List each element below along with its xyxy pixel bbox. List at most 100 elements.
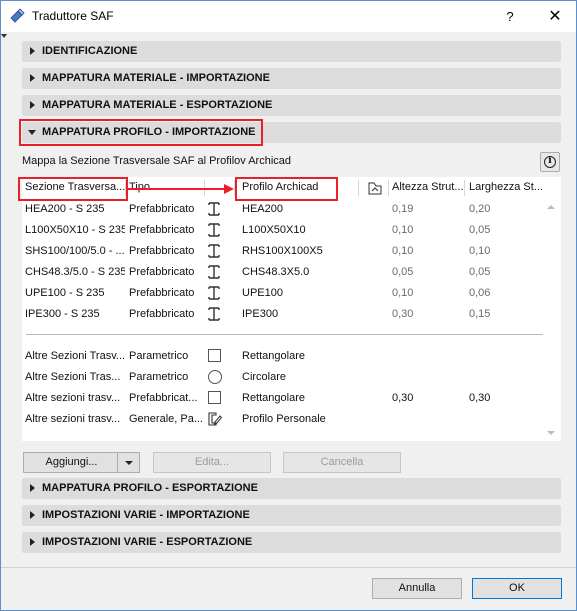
custom-profile-icon [208,412,222,426]
cell-profile: HEA200 [242,203,283,215]
section-material-export[interactable]: MAPPATURA MATERIALE - ESPORTAZIONE [22,95,561,116]
cell-profile: CHS48.3X5.0 [242,266,310,278]
info-icon: i [544,156,556,168]
cell-section: CHS48.3/5.0 - S 235 [25,266,125,278]
cell-width: 0,06 [469,287,491,299]
table-row[interactable]: IPE300 - S 235 Prefabbricato IPE300 0,30… [22,304,542,325]
profile-mapping-table: Sezione Trasversa... Tipo Profilo Archic… [18,177,561,441]
cell-type: Parametrico [129,371,189,383]
info-button[interactable]: i [540,152,560,172]
highlight-section-profile-import [19,119,263,146]
cell-height: 0,05 [392,266,414,278]
title-bar: Traduttore SAF ? ✕ [1,1,576,32]
cell-height: 0,30 [392,308,414,320]
section-label: IMPOSTAZIONI VARIE - ESPORTAZIONE [42,536,253,548]
circle-icon [208,370,222,384]
table-row[interactable]: CHS48.3/5.0 - S 235 Prefabbricato CHS48.… [22,262,542,283]
cell-section: HEA200 - S 235 [25,203,105,215]
i-beam-icon [208,244,220,258]
section-settings-import[interactable]: IMPOSTAZIONI VARIE - IMPORTAZIONE [22,505,561,526]
cell-type: Parametrico [129,350,189,362]
column-separator [358,180,359,196]
cell-section: L100X50X10 - S 235 [25,224,125,236]
section-profile-export[interactable]: MAPPATURA PROFILO - ESPORTAZIONE [22,478,561,499]
section-identificazione[interactable]: IDENTIFICAZIONE [22,41,561,62]
table-row[interactable]: SHS100/100/5.0 - ... Prefabbricato RHS10… [22,241,542,262]
cell-width: 0,05 [469,266,491,278]
table-row[interactable]: Altre Sezioni Tras... Parametrico Circol… [22,367,542,388]
table-row[interactable]: UPE100 - S 235 Prefabbricato UPE100 0,10… [22,283,542,304]
cell-section: SHS100/100/5.0 - ... [25,245,125,257]
expand-arrow-icon [30,484,35,492]
cell-type: Prefabbricato [129,266,195,278]
expand-arrow-icon [30,538,35,546]
cell-type: Prefabbricato [129,224,195,236]
column-separator [388,180,389,196]
window-title: Traduttore SAF [32,9,114,23]
cell-width: 0,15 [469,308,491,320]
add-split-button[interactable]: Aggiungi... [23,452,140,473]
edit-button[interactable]: Edita... [153,452,271,473]
cell-height: 0,30 [392,392,414,404]
cell-section: UPE100 - S 235 [25,287,105,299]
expand-arrow-icon [30,47,35,55]
expand-arrow-icon [30,511,35,519]
cell-section: Altre sezioni trasv... [25,413,121,425]
close-button[interactable]: ✕ [537,1,573,32]
delete-button[interactable]: Cancella [283,452,401,473]
section-label: IMPOSTAZIONI VARIE - IMPORTAZIONE [42,509,250,521]
chevron-down-icon[interactable] [117,453,139,472]
app-icon [10,8,25,23]
expand-arrow-icon [30,101,35,109]
cell-height: 0,19 [392,203,414,215]
add-button-label[interactable]: Aggiungi... [24,453,119,472]
table-row[interactable]: HEA200 - S 235 Prefabbricato HEA200 0,19… [22,199,542,220]
i-beam-icon [208,307,220,321]
cell-profile: IPE300 [242,308,279,320]
table-row[interactable]: Altre sezioni trasv... Prefabbricat... R… [22,388,542,409]
i-beam-icon [208,265,220,279]
section-label: IDENTIFICAZIONE [42,45,138,57]
cell-type: Prefabbricato [129,308,195,320]
section-label: MAPPATURA MATERIALE - IMPORTAZIONE [42,72,270,84]
cell-type: Prefabbricato [129,245,195,257]
square-icon [208,391,221,404]
highlight-column-section [18,177,128,201]
column-header-height[interactable]: Altezza Strut... [392,181,464,193]
table-row[interactable]: Altre sezioni trasv... Generale, Pa... P… [22,409,542,430]
help-button[interactable]: ? [495,1,525,32]
resize-marker [1,34,7,38]
column-separator [464,180,465,196]
profile-mapping-icon [368,182,382,195]
cell-profile: Profilo Personale [242,413,326,425]
cell-type: Prefabbricat... [129,392,198,404]
cell-type: Generale, Pa... [129,413,203,425]
dialog-window: Traduttore SAF ? ✕ IDENTIFICAZIONE MAPPA… [0,0,577,611]
expand-arrow-icon [30,74,35,82]
section-material-import[interactable]: MAPPATURA MATERIALE - IMPORTAZIONE [22,68,561,89]
table-row[interactable]: L100X50X10 - S 235 Prefabbricato L100X50… [22,220,542,241]
cell-height: 0,10 [392,245,414,257]
cell-profile: Rettangolare [242,392,305,404]
cell-section: Altre Sezioni Tras... [25,371,121,383]
cell-width: 0,20 [469,203,491,215]
scroll-up-arrow[interactable] [547,205,555,209]
section-settings-export[interactable]: IMPOSTAZIONI VARIE - ESPORTAZIONE [22,532,561,553]
ok-button[interactable]: OK [472,578,562,599]
square-icon [208,349,221,362]
cell-profile: RHS100X100X5 [242,245,323,257]
i-beam-icon [208,202,220,216]
cancel-button[interactable]: Annulla [372,578,462,599]
cell-height: 0,10 [392,287,414,299]
i-beam-icon [208,286,220,300]
section-label: MAPPATURA PROFILO - ESPORTAZIONE [42,482,258,494]
scroll-down-arrow[interactable] [547,431,555,435]
cell-type: Prefabbricato [129,203,195,215]
cell-type: Prefabbricato [129,287,195,299]
footer-divider [1,567,576,568]
column-header-width[interactable]: Larghezza St... [469,181,543,193]
highlight-column-profile [235,177,338,201]
i-beam-icon [208,223,220,237]
table-row[interactable]: Altre Sezioni Trasv... Parametrico Retta… [22,346,542,367]
panel-subtitle: Mappa la Sezione Trasversale SAF al Prof… [22,155,292,167]
